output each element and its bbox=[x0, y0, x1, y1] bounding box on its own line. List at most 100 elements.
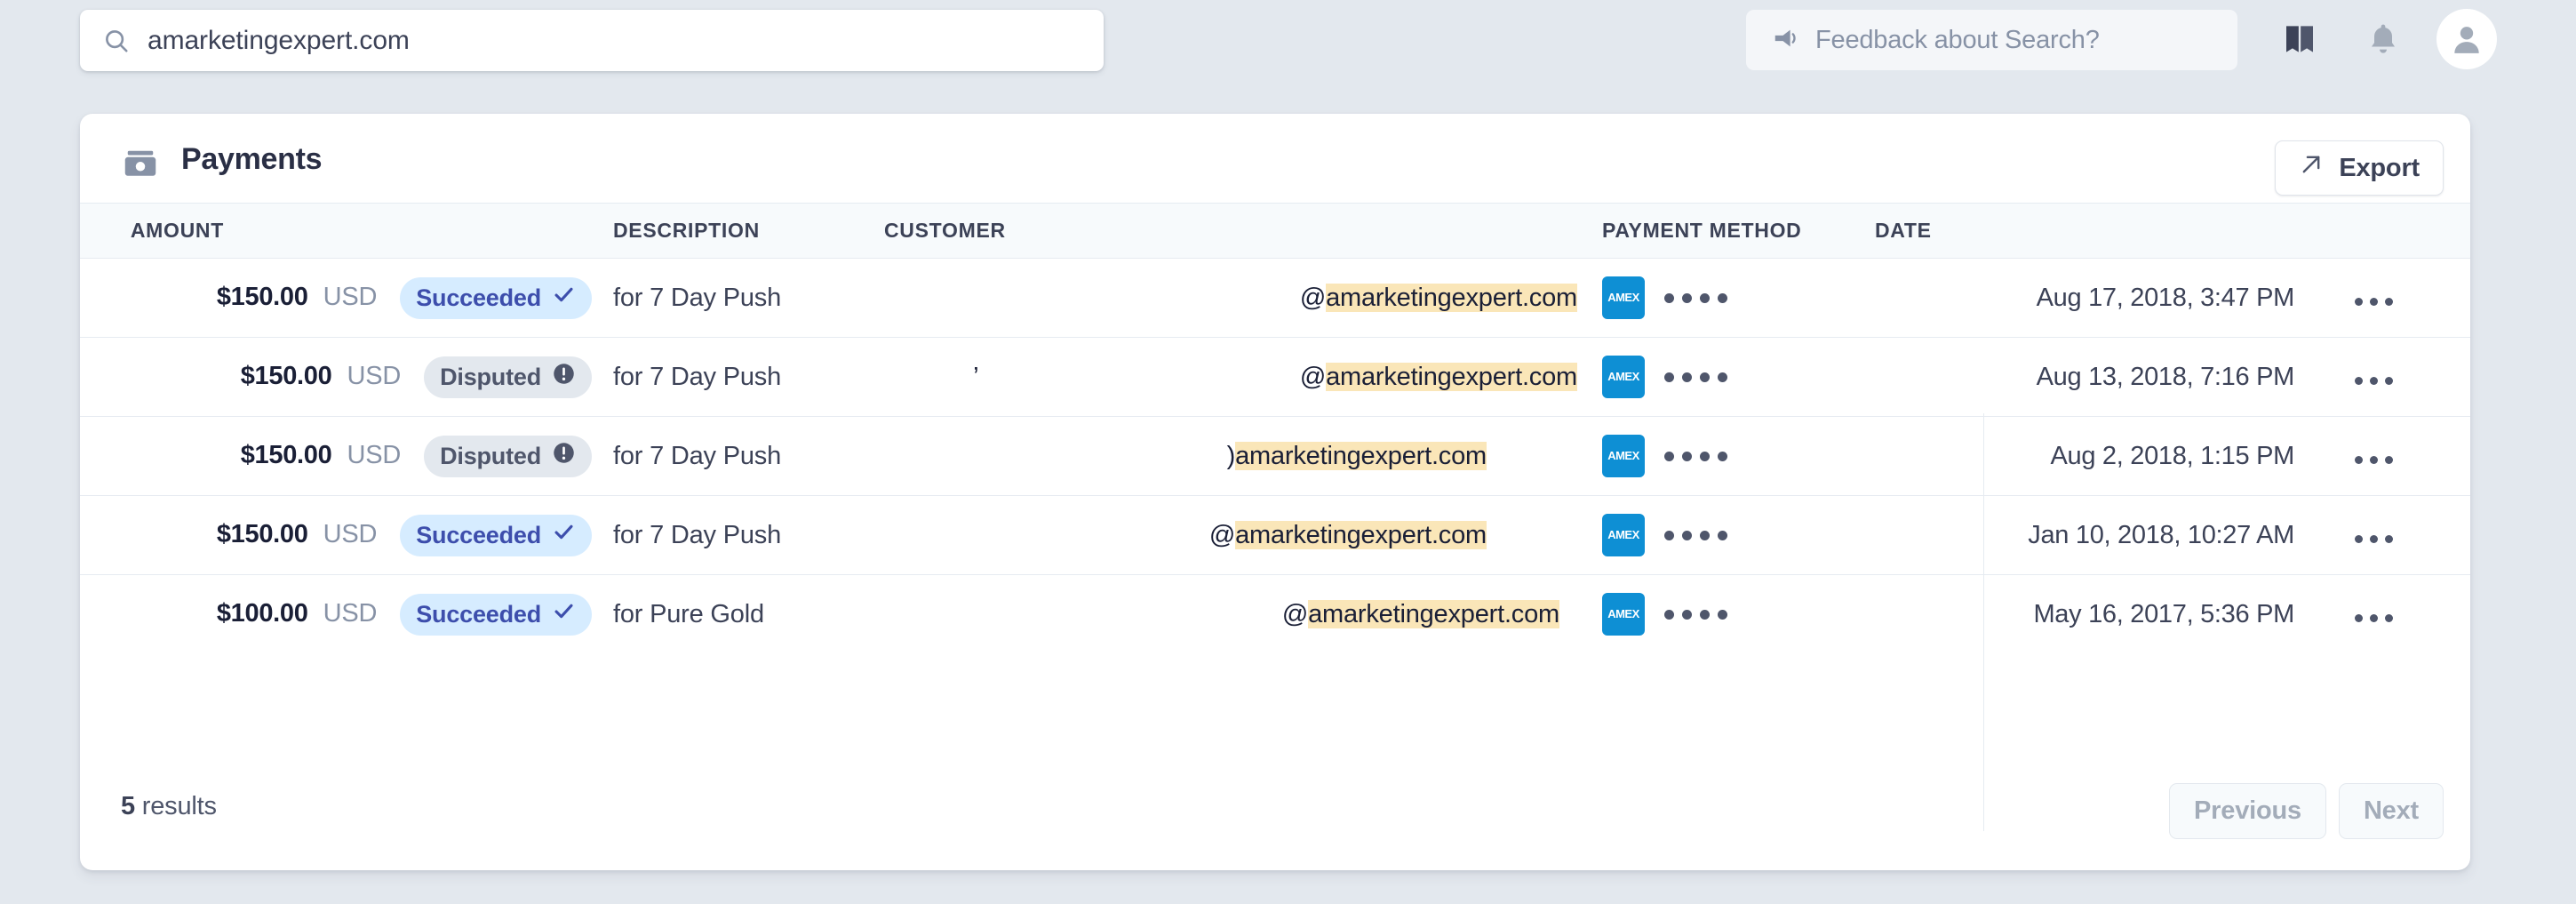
card-mask-dots bbox=[1664, 530, 1727, 540]
amount-value: $100.00 bbox=[216, 598, 308, 628]
status-badge: Disputed bbox=[424, 356, 592, 398]
cell-payment-method: AMEX bbox=[1602, 495, 1875, 575]
payments-table: AMOUNT DESCRIPTION CUSTOMER PAYMENT METH… bbox=[80, 203, 2470, 654]
search-input[interactable] bbox=[148, 25, 1081, 56]
currency-code: USD bbox=[323, 519, 378, 548]
bell-icon[interactable] bbox=[2355, 11, 2412, 68]
status-badge: Succeeded bbox=[400, 276, 592, 319]
cell-actions bbox=[2319, 337, 2470, 417]
amex-card-icon: AMEX bbox=[1602, 593, 1645, 636]
customer-prefix: ) bbox=[1226, 441, 1236, 470]
ellipsis-icon[interactable] bbox=[2355, 534, 2393, 543]
cell-date: Aug 13, 2018, 7:16 PM bbox=[1875, 337, 2319, 417]
table-row[interactable]: $150.00 USD Succeeded for 7 Day Push @amarke… bbox=[80, 495, 2470, 575]
cell-payment-method: AMEX bbox=[1602, 259, 1875, 338]
ellipsis-icon[interactable] bbox=[2355, 455, 2393, 464]
customer-email: @amarketingexpert.com bbox=[1209, 520, 1487, 550]
next-button[interactable]: Next bbox=[2338, 783, 2444, 839]
table-header-row: AMOUNT DESCRIPTION CUSTOMER PAYMENT METH… bbox=[80, 203, 2470, 259]
export-button[interactable]: Export bbox=[2275, 140, 2444, 196]
feedback-label: Feedback about Search? bbox=[1815, 25, 2100, 54]
currency-code: USD bbox=[323, 598, 378, 628]
status-badge: Succeeded bbox=[400, 514, 592, 556]
cell-description: for 7 Day Push bbox=[613, 495, 884, 575]
amount-value: $150.00 bbox=[216, 519, 308, 548]
top-bar: Feedback about Search? bbox=[0, 0, 2576, 82]
customer-prefix: @ bbox=[1299, 283, 1327, 312]
cell-customer: )amarketingexpert.com bbox=[884, 416, 1602, 496]
cell-date: May 16, 2017, 5:36 PM bbox=[1875, 574, 2319, 654]
amount-value: $150.00 bbox=[240, 361, 332, 390]
customer-email: ’ @amarketingexpert.com bbox=[973, 362, 1577, 392]
app-page: Feedback about Search? bbox=[0, 0, 2576, 904]
cell-description: for 7 Day Push bbox=[613, 416, 884, 496]
megaphone-icon bbox=[1771, 25, 1799, 56]
amex-card-icon: AMEX bbox=[1602, 435, 1645, 477]
customer-match-highlight: amarketingexpert.com bbox=[1326, 283, 1577, 312]
customer-clipped-char: ’ bbox=[973, 362, 1300, 391]
cell-customer: @amarketingexpert.com bbox=[884, 574, 1602, 654]
cell-description: for 7 Day Push bbox=[613, 283, 782, 312]
card-mask-dots bbox=[1664, 451, 1727, 461]
status-label: Disputed bbox=[440, 363, 541, 390]
cell-amount: $100.00 USD Succeeded bbox=[80, 574, 613, 654]
table-row[interactable]: $100.00 USD Succeeded for Pure Gold @amarket… bbox=[80, 574, 2470, 654]
pagination: Previous Next bbox=[2169, 783, 2444, 839]
book-icon[interactable] bbox=[2271, 11, 2328, 68]
feedback-button[interactable]: Feedback about Search? bbox=[1746, 10, 2237, 70]
cell-description: for 7 Day Push bbox=[613, 337, 884, 417]
cell-customer: ’ @amarketingexpert.com bbox=[884, 337, 1602, 417]
column-header-description[interactable]: DESCRIPTION bbox=[613, 204, 884, 259]
cell-date: Aug 17, 2018, 3:47 PM bbox=[2036, 283, 2295, 312]
customer-email: )amarketingexpert.com bbox=[1226, 441, 1487, 471]
table-row[interactable]: $150.00 USD Disputed for 7 Day Push ’ @amark… bbox=[80, 337, 2470, 417]
cell-description: for Pure Gold bbox=[613, 574, 884, 654]
card-footer: 5 results Previous Next bbox=[80, 755, 2470, 870]
column-header-payment-method[interactable]: PAYMENT METHOD bbox=[1602, 204, 1875, 259]
ellipsis-icon[interactable] bbox=[2355, 376, 2393, 385]
alert-circle-icon bbox=[552, 441, 576, 471]
cell-actions bbox=[2319, 495, 2470, 575]
currency-code: USD bbox=[347, 440, 402, 469]
amex-card-icon: AMEX bbox=[1602, 276, 1645, 319]
check-icon bbox=[552, 520, 576, 550]
amex-card-icon: AMEX bbox=[1602, 356, 1645, 398]
card-header: Payments Export bbox=[80, 114, 2470, 203]
export-label: Export bbox=[2339, 153, 2420, 182]
card-mask-dots bbox=[1664, 292, 1727, 303]
customer-match-highlight: amarketingexpert.com bbox=[1235, 520, 1487, 549]
column-header-customer[interactable]: CUSTOMER bbox=[884, 204, 1602, 259]
status-label: Succeeded bbox=[416, 521, 541, 548]
cell-payment-method: AMEX bbox=[1602, 337, 1875, 417]
amount-value: $150.00 bbox=[216, 282, 308, 311]
check-icon bbox=[552, 283, 576, 313]
cell-actions bbox=[2319, 574, 2470, 654]
cell-date: Aug 2, 2018, 1:15 PM bbox=[1875, 416, 2319, 496]
payments-card: Payments Export AMOUNT DESCRIPTION CUSTO… bbox=[80, 114, 2470, 870]
cell-payment-method: AMEX bbox=[1602, 574, 1875, 654]
check-icon bbox=[552, 599, 576, 629]
table-row[interactable]: $150.00 USD Disputed for 7 Day Push)amarket… bbox=[80, 416, 2470, 496]
status-label: Succeeded bbox=[416, 600, 541, 628]
ellipsis-icon[interactable] bbox=[2355, 297, 2393, 306]
status-badge: Succeeded bbox=[400, 593, 592, 636]
page-title: Payments bbox=[181, 142, 323, 176]
customer-match-highlight: amarketingexpert.com bbox=[1235, 441, 1487, 470]
ellipsis-icon[interactable] bbox=[2355, 613, 2393, 622]
customer-email: @amarketingexpert.com bbox=[1282, 599, 1559, 629]
amex-card-icon: AMEX bbox=[1602, 514, 1645, 556]
customer-match-highlight: amarketingexpert.com bbox=[1326, 362, 1577, 391]
status-label: Succeeded bbox=[416, 284, 541, 311]
customer-prefix: @ bbox=[1299, 362, 1327, 391]
avatar[interactable] bbox=[2436, 9, 2497, 69]
table-row[interactable]: $150.00 USD Succeeded for 7 Day Push @amarke… bbox=[80, 259, 2470, 338]
column-header-amount[interactable]: AMOUNT bbox=[80, 204, 613, 259]
cell-payment-method: AMEX bbox=[1602, 416, 1875, 496]
column-header-date[interactable]: DATE bbox=[1875, 204, 2319, 259]
search-box[interactable] bbox=[80, 10, 1104, 71]
cell-amount: $150.00 USD Succeeded bbox=[80, 495, 613, 575]
currency-code: USD bbox=[347, 361, 402, 390]
amount-value: $150.00 bbox=[240, 440, 332, 469]
previous-button[interactable]: Previous bbox=[2169, 783, 2326, 839]
cell-amount: $150.00 USD Disputed bbox=[80, 416, 613, 496]
